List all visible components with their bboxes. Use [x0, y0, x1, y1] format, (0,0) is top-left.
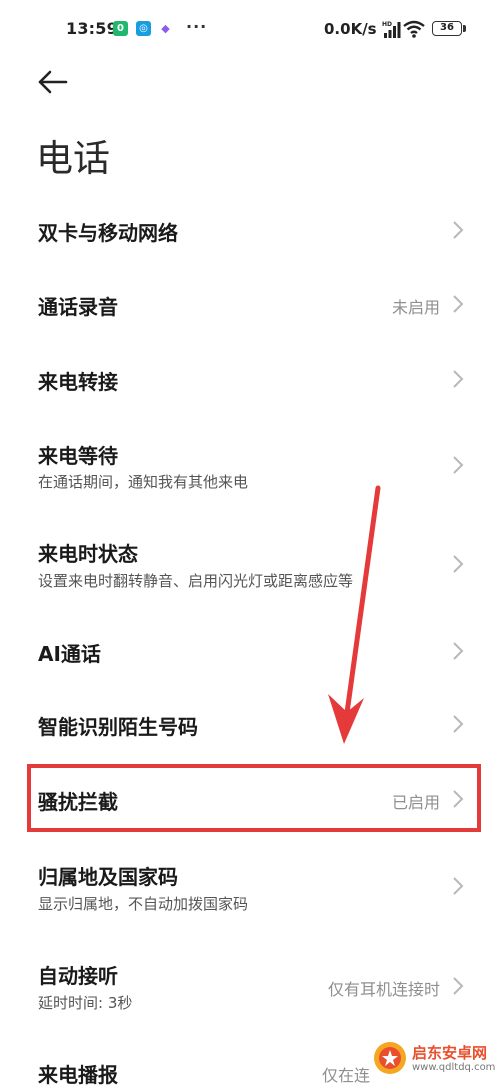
- wifi-icon: [403, 20, 425, 38]
- setting-label: 来电转接: [38, 370, 118, 394]
- setting-incoming-call-status[interactable]: 来电时状态 设置来电时翻转静音、启用闪光灯或距离感应等: [0, 514, 500, 614]
- chevron-right-icon: [453, 715, 464, 733]
- setting-location-country-code[interactable]: 归属地及国家码 显示归属地，不自动加拨国家码: [0, 838, 500, 936]
- page-title: 电话: [36, 137, 110, 180]
- app-notification-icon-1: 0: [113, 21, 128, 36]
- setting-label: 自动接听: [38, 964, 118, 988]
- chevron-right-icon: [453, 456, 464, 474]
- setting-value: 仅在连: [321, 1066, 370, 1085]
- svg-text:HD: HD: [382, 21, 392, 28]
- app-notification-icon-3: ◆: [158, 21, 173, 36]
- setting-dual-sim[interactable]: 双卡与移动网络: [0, 192, 500, 268]
- signal-icon: HD: [382, 21, 401, 38]
- setting-ai-call[interactable]: AI通话: [0, 614, 500, 688]
- chevron-right-icon: [453, 221, 464, 239]
- setting-label: 来电等待: [38, 444, 118, 468]
- setting-subtitle: 在通话期间，通知我有其他来电: [38, 473, 249, 491]
- setting-subtitle: 设置来电时翻转静音、启用闪光灯或距离感应等: [38, 572, 354, 590]
- setting-caller-announcement[interactable]: 来电播报 仅在连: [0, 1036, 500, 1087]
- setting-call-waiting[interactable]: 来电等待 在通话期间，通知我有其他来电: [0, 416, 500, 514]
- app-notification-icon-2: ◎: [136, 21, 151, 36]
- status-bar: 13:59 0 ◎ ◆ ··· 0.0K/s HD 36: [0, 0, 500, 56]
- chevron-right-icon: [453, 877, 464, 895]
- setting-call-recording[interactable]: 通话录音 未启用: [0, 268, 500, 342]
- network-speed: 0.0K/s: [324, 20, 377, 38]
- setting-harassment-block[interactable]: 骚扰拦截 已启用: [0, 762, 500, 838]
- setting-label: AI通话: [38, 642, 101, 666]
- setting-subtitle: 显示归属地，不自动加拨国家码: [38, 895, 249, 913]
- setting-label: 智能识别陌生号码: [38, 715, 198, 739]
- back-arrow-icon[interactable]: [36, 66, 72, 98]
- battery-tip: [463, 25, 466, 32]
- setting-label: 骚扰拦截: [38, 790, 118, 814]
- status-time: 13:59: [66, 19, 118, 38]
- setting-label: 归属地及国家码: [38, 865, 178, 889]
- chevron-right-icon: [453, 642, 464, 660]
- setting-subtitle: 延时时间: 3秒: [38, 994, 133, 1012]
- chevron-right-icon: [453, 790, 464, 808]
- chevron-right-icon: [453, 295, 464, 313]
- setting-value: 已启用: [391, 793, 440, 812]
- setting-auto-answer[interactable]: 自动接听 延时时间: 3秒 仅有耳机连接时: [0, 936, 500, 1036]
- setting-value: 仅有耳机连接时: [327, 980, 440, 999]
- chevron-right-icon: [453, 977, 464, 995]
- chevron-right-icon: [453, 370, 464, 388]
- more-notifications-icon: ···: [186, 17, 208, 36]
- setting-value: 未启用: [391, 298, 440, 317]
- setting-call-forwarding[interactable]: 来电转接: [0, 342, 500, 416]
- battery-icon: 36: [432, 21, 462, 36]
- setting-identify-unknown-numbers[interactable]: 智能识别陌生号码: [0, 688, 500, 762]
- setting-label: 双卡与移动网络: [38, 221, 178, 245]
- setting-label: 通话录音: [38, 295, 118, 319]
- setting-label: 来电时状态: [38, 542, 138, 566]
- chevron-right-icon: [453, 555, 464, 573]
